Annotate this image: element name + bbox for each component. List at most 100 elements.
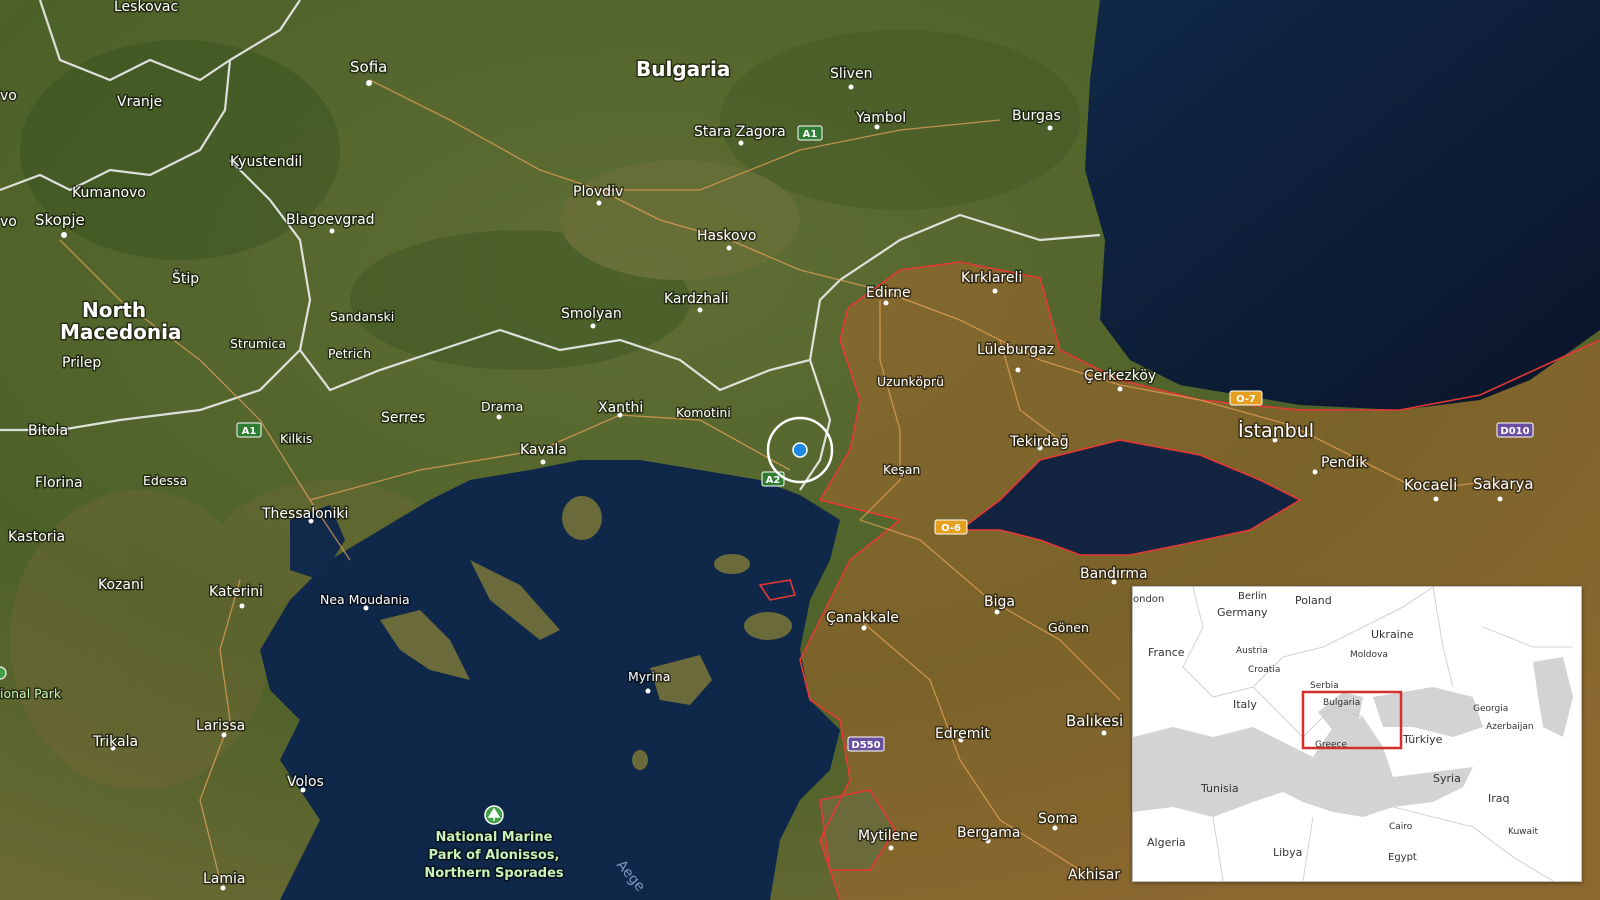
label-drama: Drama bbox=[481, 399, 523, 414]
label-bergama: Bergama bbox=[957, 825, 1020, 841]
shield-o6: O-6 bbox=[934, 519, 968, 535]
overview-inset-map[interactable]: ondon Berlin Poland Germany Ukraine Fran… bbox=[1132, 586, 1582, 882]
label-soma: Soma bbox=[1038, 811, 1078, 827]
label-kumanovo: Kumanovo bbox=[72, 185, 146, 201]
label-kilkis: Kilkis bbox=[280, 431, 312, 446]
label-smolyan: Smolyan bbox=[561, 306, 622, 322]
inset-label-kuwait: Kuwait bbox=[1508, 827, 1539, 837]
label-edremit: Edremit bbox=[935, 726, 990, 742]
label-akhisar: Akhisar bbox=[1068, 867, 1120, 883]
label-xanthi: Xanthi bbox=[598, 400, 643, 416]
label-vo-top: vo bbox=[0, 88, 17, 104]
svg-text:O-7: O-7 bbox=[1236, 394, 1256, 405]
label-sofia: Sofia bbox=[350, 58, 387, 76]
label-strumica: Strumica bbox=[230, 336, 286, 351]
label-macedonia: Macedonia bbox=[60, 320, 181, 344]
svg-text:D010: D010 bbox=[1500, 426, 1529, 437]
shield-a1-greece: A1 bbox=[236, 422, 262, 438]
label-north: North bbox=[82, 298, 146, 322]
inset-label-italy: Italy bbox=[1233, 698, 1257, 711]
label-komotini: Komotini bbox=[676, 405, 731, 420]
label-kyustendil: Kyustendil bbox=[230, 154, 302, 170]
inset-map-svg: ondon Berlin Poland Germany Ukraine Fran… bbox=[1133, 587, 1581, 881]
label-serres: Serres bbox=[381, 410, 425, 426]
inset-label-france: France bbox=[1148, 646, 1185, 659]
label-skopje: Skopje bbox=[35, 211, 85, 229]
inset-label-georgia: Georgia bbox=[1473, 704, 1508, 714]
label-kozani: Kozani bbox=[98, 577, 144, 593]
label-kesan: Keşan bbox=[883, 462, 920, 477]
label-kastoria: Kastoria bbox=[8, 529, 65, 545]
inset-label-tunisia: Tunisia bbox=[1200, 782, 1239, 795]
inset-label-ukraine: Ukraine bbox=[1371, 628, 1414, 641]
park-label-line2: Park of Alonissos, bbox=[429, 848, 560, 863]
label-plovdiv: Plovdiv bbox=[573, 184, 623, 200]
inset-label-moldova: Moldova bbox=[1350, 650, 1388, 660]
label-vranje: Vranje bbox=[117, 94, 162, 110]
label-florina: Florina bbox=[35, 475, 83, 491]
shield-o7: O-7 bbox=[1229, 390, 1263, 406]
inset-label-cairo: Cairo bbox=[1389, 822, 1413, 832]
label-tekirdag: Tekirdağ bbox=[1009, 434, 1069, 450]
inset-label-greece: Greece bbox=[1315, 740, 1347, 750]
inset-label-bulgaria: Bulgaria bbox=[1323, 698, 1360, 708]
inset-label-croatia: Croatia bbox=[1248, 665, 1280, 675]
label-uzunkopru: Uzunköprü bbox=[877, 374, 944, 389]
svg-text:D550: D550 bbox=[851, 740, 880, 751]
label-myrina: Myrina bbox=[628, 669, 670, 684]
park-label-line3: Northern Sporades bbox=[424, 866, 564, 881]
inset-label-germany: Germany bbox=[1217, 606, 1268, 619]
label-kocaeli: Kocaeli bbox=[1404, 476, 1457, 494]
svg-text:A1: A1 bbox=[803, 129, 818, 140]
inset-label-turkiye: Türkiye bbox=[1402, 733, 1443, 746]
label-cerkezkoy: Çerkezköy bbox=[1084, 368, 1156, 384]
label-trikala: Trikala bbox=[92, 734, 138, 750]
label-gonen: Gönen bbox=[1048, 620, 1089, 635]
label-sakarya: Sakarya bbox=[1473, 475, 1534, 493]
label-stip: Štip bbox=[172, 269, 199, 287]
label-biga: Biga bbox=[984, 594, 1015, 610]
label-nea-moudania: Nea Moudania bbox=[320, 592, 410, 607]
label-edessa: Edessa bbox=[143, 473, 187, 488]
inset-label-berlin: Berlin bbox=[1238, 591, 1267, 602]
inset-label-azerbaijan: Azerbaijan bbox=[1486, 722, 1534, 732]
label-sliven: Sliven bbox=[830, 66, 872, 82]
inset-label-libya: Libya bbox=[1273, 846, 1302, 859]
location-dot-icon bbox=[792, 442, 808, 458]
label-sandanski: Sandanski bbox=[330, 309, 394, 324]
label-burgas: Burgas bbox=[1012, 108, 1061, 124]
inset-label-egypt: Egypt bbox=[1388, 852, 1417, 863]
label-bulgaria: Bulgaria bbox=[636, 57, 730, 81]
label-lamia: Lamia bbox=[203, 871, 246, 887]
label-luleburgaz: Lüleburgaz bbox=[977, 342, 1054, 358]
label-larissa: Larissa bbox=[196, 718, 245, 734]
label-mytilene: Mytilene bbox=[858, 828, 918, 844]
label-balikesir: Balıkesi bbox=[1066, 712, 1123, 730]
label-istanbul: İstanbul bbox=[1238, 419, 1314, 442]
park-label-line1: National Marine bbox=[436, 830, 553, 845]
label-kavala: Kavala bbox=[520, 442, 567, 458]
label-bandirma: Bandırma bbox=[1080, 566, 1148, 582]
shield-d010: D010 bbox=[1496, 422, 1534, 438]
svg-text:O-6: O-6 bbox=[941, 523, 961, 534]
inset-label-serbia: Serbia bbox=[1310, 681, 1339, 691]
label-thessaloniki: Thessaloniki bbox=[261, 506, 348, 522]
black-sea bbox=[1085, 0, 1600, 410]
label-vo-mid: vo bbox=[0, 214, 17, 230]
shield-a1-bulgaria: A1 bbox=[797, 125, 823, 141]
svg-text:A2: A2 bbox=[766, 475, 781, 486]
label-petrich: Petrich bbox=[328, 346, 371, 361]
label-leskovac: Leskovac bbox=[114, 0, 178, 15]
label-canakkale: Çanakkale bbox=[826, 610, 899, 626]
label-bitola: Bitola bbox=[28, 423, 68, 439]
label-national-park-partial: ional Park bbox=[0, 686, 62, 701]
inset-label-london: ondon bbox=[1133, 594, 1164, 605]
label-prilep: Prilep bbox=[62, 355, 101, 371]
label-blagoevgrad: Blagoevgrad bbox=[286, 212, 375, 228]
label-volos: Volos bbox=[287, 774, 324, 790]
label-kirklareli: Kırklareli bbox=[961, 270, 1022, 286]
label-haskovo: Haskovo bbox=[697, 228, 756, 244]
inset-label-algeria: Algeria bbox=[1147, 836, 1186, 849]
svg-text:A1: A1 bbox=[242, 426, 257, 437]
inset-label-syria: Syria bbox=[1433, 772, 1461, 785]
